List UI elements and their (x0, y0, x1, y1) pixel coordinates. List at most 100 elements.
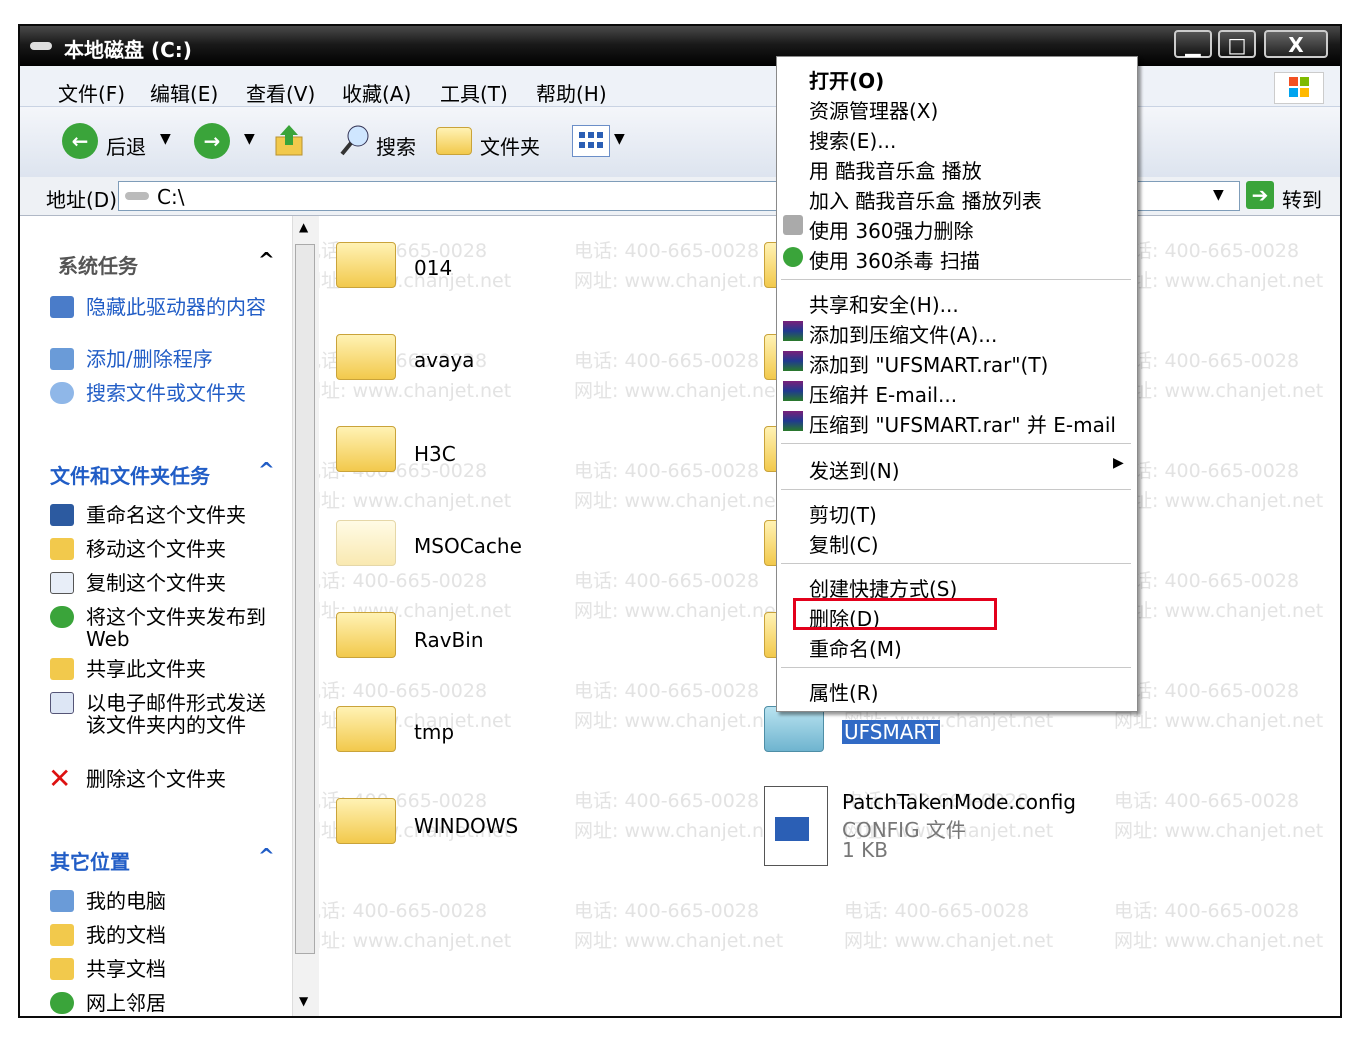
watermark-site: 网址: www.chanjet.net (574, 270, 784, 292)
folder-icon[interactable] (336, 426, 396, 472)
cm-share-security[interactable]: 共享和安全(H)... (809, 289, 959, 318)
winrar-icon (783, 321, 803, 341)
back-button[interactable]: 后退 (106, 131, 146, 160)
cm-rename[interactable]: 重命名(M) (809, 633, 902, 662)
folder-icon[interactable] (336, 706, 396, 752)
folder-014[interactable]: 014 (414, 256, 452, 280)
collapse-icon[interactable]: ^ (258, 248, 275, 272)
cm-kuwo-playlist[interactable]: 加入 酷我音乐盒 播放列表 (809, 185, 1042, 214)
place-my-computer[interactable]: 我的电脑 (86, 890, 166, 912)
other-places-header[interactable]: 其它位置 (50, 846, 130, 875)
up-folder-icon[interactable] (274, 123, 304, 159)
watermark-phone: 电话: 400-665-0028 (1114, 790, 1300, 812)
cm-360-scan[interactable]: 使用 360杀毒 扫描 (809, 245, 980, 274)
task-hide-drive[interactable]: 隐藏此驱动器的内容 (86, 296, 266, 318)
scrollbar-thumb[interactable] (295, 244, 315, 954)
address-value: C:\ (157, 185, 185, 209)
search-icon[interactable] (340, 123, 372, 157)
collapse-icon[interactable]: ^ (258, 844, 275, 868)
cm-add-archive[interactable]: 添加到压缩文件(A)... (809, 319, 997, 348)
task-add-remove-programs[interactable]: 添加/删除程序 (86, 348, 213, 370)
place-network[interactable]: 网上邻居 (86, 992, 166, 1014)
menu-tools[interactable]: 工具(T) (440, 78, 508, 107)
folders-button[interactable]: 文件夹 (480, 131, 540, 160)
selected-folder-icon[interactable] (764, 706, 824, 752)
task-publish-web[interactable]: 将这个文件夹发布到 Web (86, 606, 266, 650)
cm-search[interactable]: 搜索(E)... (809, 125, 896, 154)
file-tasks-header[interactable]: 文件和文件夹任务 (50, 460, 210, 489)
search-button[interactable]: 搜索 (376, 131, 416, 160)
task-rename-folder[interactable]: 重命名这个文件夹 (86, 504, 246, 526)
folder-avaya[interactable]: avaya (414, 348, 474, 372)
place-shared-documents[interactable]: 共享文档 (86, 958, 166, 980)
task-search-files[interactable]: 搜索文件或文件夹 (86, 382, 246, 404)
folder-icon[interactable] (336, 242, 396, 288)
menu-favorites[interactable]: 收藏(A) (342, 78, 411, 107)
forward-arrow-icon[interactable]: → (194, 123, 230, 159)
folder-icon[interactable] (336, 334, 396, 380)
views-dropdown-icon[interactable]: ▼ (614, 131, 625, 147)
task-delete-folder[interactable]: 删除这个文件夹 (86, 768, 226, 790)
collapse-icon[interactable]: ^ (258, 458, 275, 482)
title-bar[interactable]: 本地磁盘 (C:) ▁ □ X (20, 26, 1340, 66)
cm-compress-ufsmart-email[interactable]: 压缩到 "UFSMART.rar" 并 E-mail (809, 409, 1116, 438)
cm-cut[interactable]: 剪切(T) (809, 499, 877, 528)
cm-open[interactable]: 打开(O) (809, 65, 884, 94)
cm-properties[interactable]: 属性(R) (809, 677, 879, 706)
maximize-button[interactable]: □ (1218, 30, 1256, 58)
cm-compress-email[interactable]: 压缩并 E-mail... (809, 379, 957, 408)
folder-icon[interactable] (336, 612, 396, 658)
go-arrow-icon: ➔ (1246, 181, 1274, 209)
menu-separator (781, 563, 1131, 564)
cm-kuwo-play[interactable]: 用 酷我音乐盒 播放 (809, 155, 982, 184)
folder-ufsmart[interactable]: UFSMART (840, 719, 942, 745)
menu-view[interactable]: 查看(V) (246, 78, 315, 107)
watermark-site: 网址: www.chanjet.net (1114, 490, 1324, 512)
system-tasks-header[interactable]: 系统任务 (58, 250, 138, 279)
folder-icon[interactable] (336, 798, 396, 844)
scroll-down-icon[interactable]: ▼ (299, 994, 308, 1008)
forward-dropdown-icon[interactable]: ▼ (244, 131, 255, 147)
watermark-phone: 电话: 400-665-0028 (1114, 350, 1300, 372)
watermark-phone: 电话: 400-665-0028 (1114, 900, 1300, 922)
folder-windows[interactable]: WINDOWS (414, 814, 518, 838)
minimize-button[interactable]: ▁ (1174, 30, 1212, 58)
scroll-up-icon[interactable]: ▲ (299, 220, 308, 234)
back-dropdown-icon[interactable]: ▼ (160, 131, 171, 147)
watermark-phone: 电话: 400-665-0028 (574, 460, 760, 482)
config-file-name[interactable]: PatchTakenMode.config (842, 790, 1076, 814)
place-my-documents[interactable]: 我的文档 (86, 924, 166, 946)
explorer-window: 电话: 400-665-0028 网址: www.chanjet.net 电话: 4… (18, 24, 1342, 1018)
menu-edit[interactable]: 编辑(E) (150, 78, 218, 107)
cm-add-ufsmart-rar[interactable]: 添加到 "UFSMART.rar"(T) (809, 349, 1048, 378)
watermark-site: 网址: www.chanjet.net (844, 930, 1054, 952)
folder-ravbin[interactable]: RavBin (414, 628, 484, 652)
task-copy-folder[interactable]: 复制这个文件夹 (86, 572, 226, 594)
menu-separator (781, 279, 1131, 280)
folders-icon[interactable] (436, 127, 472, 155)
task-email-files[interactable]: 以电子邮件形式发送该文件夹内的文件 (86, 692, 266, 736)
watermark-site: 网址: www.chanjet.net (574, 600, 784, 622)
cm-explorer[interactable]: 资源管理器(X) (809, 95, 938, 124)
back-arrow-icon[interactable]: ← (62, 123, 98, 159)
cm-360-delete[interactable]: 使用 360强力删除 (809, 215, 974, 244)
watermark-phone: 电话: 400-665-0028 (1114, 680, 1300, 702)
folder-msocache[interactable]: MSOCache (414, 534, 522, 558)
go-button[interactable]: ➔ 转到 (1246, 181, 1332, 212)
submenu-arrow-icon: ▶ (1113, 455, 1124, 471)
address-dropdown-icon[interactable]: ▼ (1213, 187, 1224, 203)
close-button[interactable]: X (1264, 30, 1328, 58)
config-file-icon[interactable] (764, 786, 828, 866)
cm-send-to[interactable]: 发送到(N) (809, 455, 900, 484)
folder-tmp[interactable]: tmp (414, 720, 454, 744)
folder-h3c[interactable]: H3C (414, 442, 456, 466)
task-pane-scrollbar[interactable]: ▲ ▼ (292, 216, 319, 1016)
share-icon (50, 658, 74, 680)
menu-help[interactable]: 帮助(H) (536, 78, 607, 107)
task-move-folder[interactable]: 移动这个文件夹 (86, 538, 226, 560)
task-share-folder[interactable]: 共享此文件夹 (86, 658, 206, 680)
views-icon[interactable] (572, 125, 610, 157)
cm-copy[interactable]: 复制(C) (809, 529, 879, 558)
menu-file[interactable]: 文件(F) (58, 78, 125, 107)
hidden-folder-icon[interactable] (336, 520, 396, 566)
